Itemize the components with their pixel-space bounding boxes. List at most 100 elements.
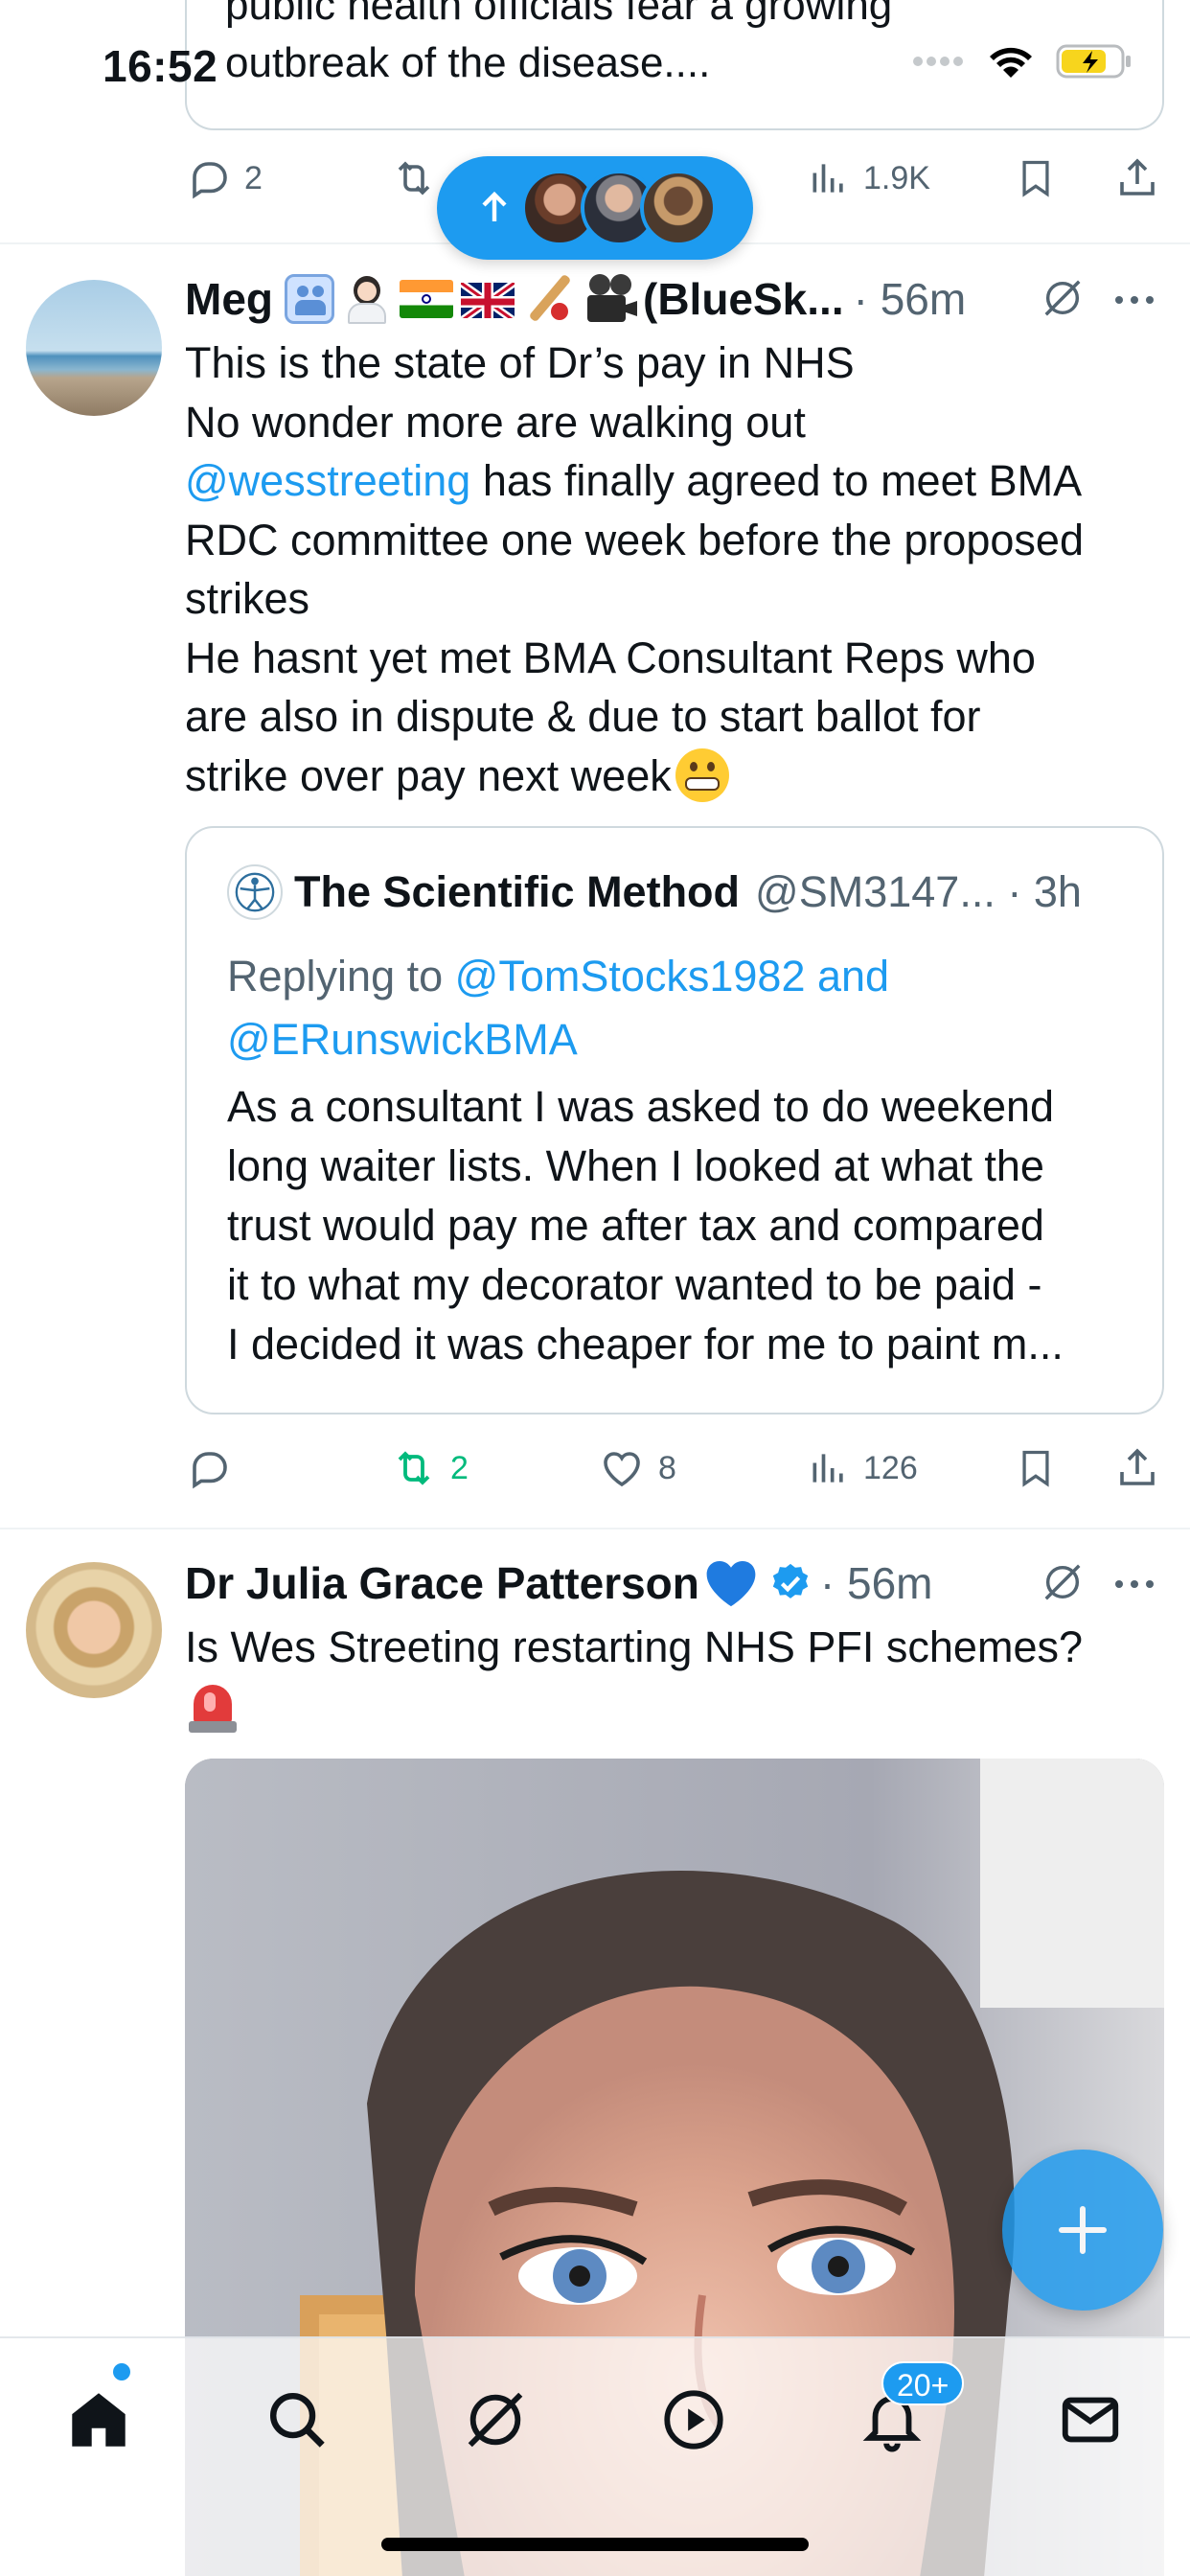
author-name[interactable]: Dr Julia Grace Patterson — [185, 1557, 699, 1609]
grok-button[interactable] — [1041, 276, 1085, 331]
text-line: strike over pay next week — [185, 747, 1162, 806]
tab-home[interactable] — [56, 2377, 142, 2463]
share-button[interactable] — [1114, 155, 1160, 201]
retweet-button[interactable]: 2 — [391, 1445, 469, 1491]
search-icon — [270, 2393, 325, 2448]
tab-search[interactable] — [254, 2377, 340, 2463]
family-icon — [285, 274, 334, 324]
movie-camera-icon — [584, 272, 639, 326]
police-light-icon — [185, 1679, 240, 1735]
replying-to: Replying to @TomStocks1982 and @ERunswic… — [227, 945, 1128, 1071]
text-line: I decided it was cheaper for me to paint… — [227, 1320, 1064, 1368]
verified-badge-icon — [772, 1563, 809, 1598]
more-icon — [1115, 296, 1154, 304]
views-button[interactable]: 1.9K — [808, 157, 930, 199]
more-button[interactable] — [1111, 1562, 1157, 1614]
text-line-rest: has finally agreed to meet BMA — [470, 456, 1083, 505]
text-line: RDC committee one week before the propos… — [185, 515, 1084, 564]
arrow-up-icon — [482, 191, 507, 221]
text-line: long waiter lists. When I looked at what… — [227, 1141, 1044, 1190]
reply-count: 2 — [244, 159, 263, 196]
plus-icon — [1059, 2206, 1107, 2254]
retweet-count: 2 — [450, 1449, 469, 1486]
tweet-header: Meg (BlueSk... · 56m — [185, 270, 1161, 328]
action-bar: 2 8 126 — [185, 1439, 1164, 1497]
text-line: trust would pay me after tax and compare… — [227, 1201, 1044, 1250]
mail-icon — [1062, 2397, 1119, 2443]
bookmark-button[interactable] — [1015, 155, 1057, 201]
more-icon — [1115, 1580, 1154, 1588]
avatar[interactable] — [26, 280, 162, 416]
text-line-content: strike over pay next week — [185, 750, 672, 800]
uk-flag-icon — [461, 280, 515, 318]
more-button[interactable] — [1111, 278, 1157, 330]
grok-icon — [1044, 1564, 1081, 1600]
tab-messages[interactable] — [1047, 2377, 1133, 2463]
retweet-button[interactable] — [391, 155, 437, 201]
grimace-emoji-icon — [675, 748, 729, 802]
author-name-suffix: (BlueSk... — [643, 274, 844, 324]
bookmark-icon — [1022, 1450, 1049, 1487]
tab-video[interactable] — [651, 2377, 737, 2463]
vitruvian-man-icon — [235, 872, 275, 912]
views-icon — [812, 164, 843, 193]
share-button[interactable] — [1114, 1445, 1160, 1491]
bookmark-button[interactable] — [1015, 1445, 1057, 1491]
share-icon — [1120, 158, 1155, 196]
tweet-time: · 56m — [819, 1558, 933, 1608]
text-line: are also in dispute & due to start ballo… — [185, 692, 981, 741]
text-line: strikes — [185, 574, 310, 623]
unread-dot — [113, 2363, 130, 2380]
mention-link[interactable]: @wesstreeting — [185, 456, 470, 505]
text-line: @wesstreeting has finally agreed to meet… — [185, 451, 1162, 511]
grok-icon — [1044, 280, 1081, 316]
replying-prefix: Replying to — [227, 952, 455, 1000]
grok-icon — [468, 2392, 523, 2448]
quote-card[interactable]: The Scientific Method @SM3147... · 3h Re… — [185, 826, 1164, 1414]
quote-author-name[interactable]: The Scientific Method — [294, 867, 740, 917]
cricket-icon — [522, 272, 576, 326]
india-flag-icon — [400, 280, 453, 318]
compose-button[interactable] — [1002, 2150, 1163, 2311]
home-icon — [72, 2393, 126, 2447]
reply-icon — [193, 162, 227, 199]
reply-button[interactable]: 2 — [185, 155, 263, 201]
name-emojis — [285, 272, 639, 326]
text-line: He hasnt yet met BMA Consultant Reps who — [185, 632, 1036, 682]
quote-avatar[interactable] — [227, 864, 283, 920]
views-button[interactable]: 126 — [808, 1447, 918, 1489]
text-line: it to what my decorator wanted to be pai… — [227, 1260, 1042, 1309]
tweet-header: Dr Julia Grace Patterson · 56m — [185, 1554, 1161, 1612]
tweet[interactable]: Meg (BlueSk... · 56m This is the state o… — [0, 245, 1190, 1530]
text-line: This is the state of Dr’s pay in NHS — [185, 338, 855, 387]
quote-handle-time: @SM3147... · 3h — [755, 867, 1082, 916]
retweet-icon — [398, 161, 430, 196]
views-count: 126 — [863, 1449, 918, 1486]
tweet-text: This is the state of Dr’s pay in NHS No … — [185, 334, 1162, 805]
text-line: Is Wes Streeting restarting NHS PFI sche… — [185, 1622, 1084, 1671]
woman-doctor-icon — [342, 274, 392, 324]
new-posts-pill[interactable] — [437, 156, 753, 260]
quote-header: The Scientific Method @SM3147... · 3h — [227, 864, 1082, 920]
bookmark-icon — [1022, 160, 1049, 197]
reply-mention-1[interactable]: @TomStocks1982 and — [455, 952, 889, 1000]
home-indicator — [381, 2538, 809, 2551]
text-line: As a consultant I was asked to do weeken… — [227, 1082, 1055, 1131]
reply-mention-2[interactable]: @ERunswickBMA — [227, 1015, 578, 1064]
tab-grok[interactable] — [452, 2377, 538, 2463]
avatar[interactable] — [26, 1562, 162, 1698]
heart-icon — [604, 1452, 640, 1487]
tweet-text: Is Wes Streeting restarting NHS PFI sche… — [185, 1618, 1162, 1735]
tweet-time: · 56m — [853, 274, 967, 324]
avatar — [640, 170, 717, 246]
author-name[interactable]: Meg — [185, 273, 273, 325]
views-count: 1.9K — [863, 159, 930, 196]
card-text-line2: outbreak of the disease.... — [225, 39, 711, 86]
blue-heart-icon — [706, 1561, 756, 1607]
views-icon — [812, 1454, 843, 1483]
grok-button[interactable] — [1041, 1560, 1085, 1615]
reply-button[interactable] — [185, 1445, 231, 1491]
like-count: 8 — [658, 1449, 676, 1486]
like-button[interactable]: 8 — [599, 1445, 676, 1491]
card-text-line1: public health officials fear a growing — [225, 0, 893, 29]
